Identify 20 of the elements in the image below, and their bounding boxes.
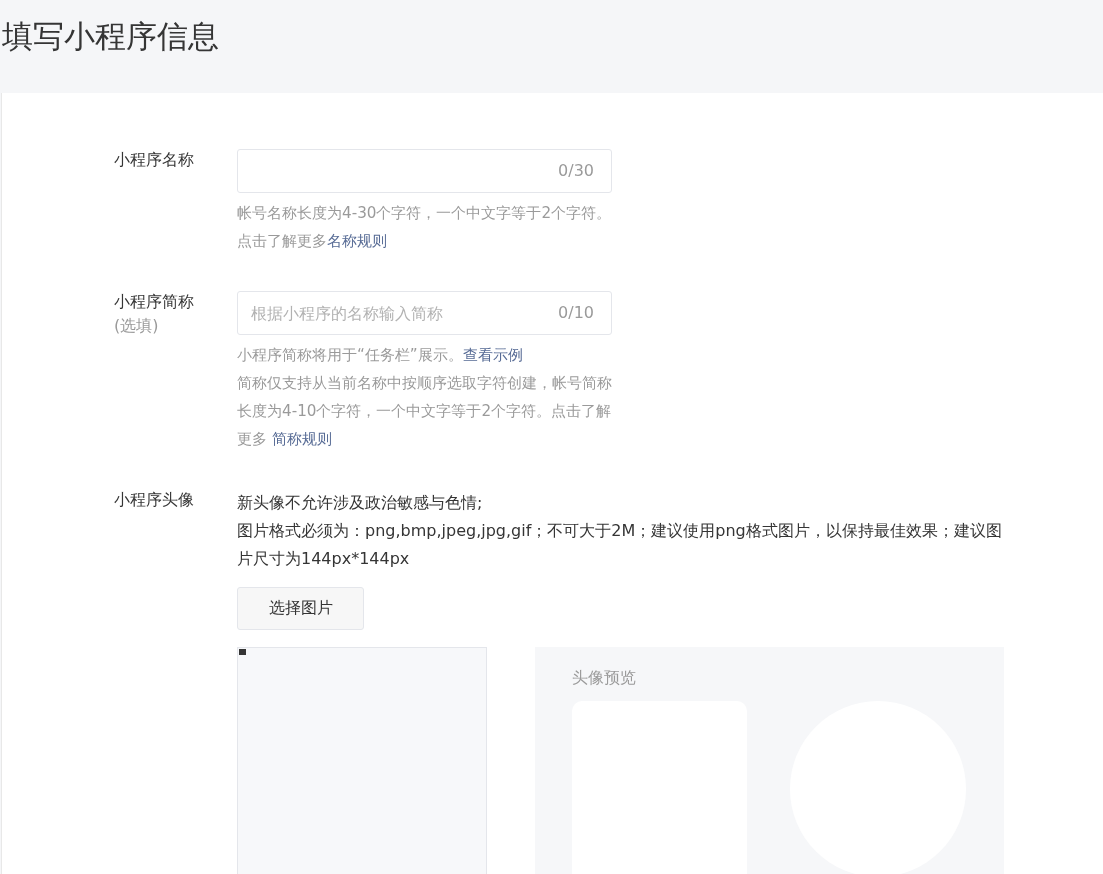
avatar-note: 图片格式必须为：png,bmp,jpeg,jpg,gif；不可大于2M；建议使用png格式图片，以保持最佳效果；建议图片尺寸为144px*144px: [237, 520, 1003, 570]
hint-text: 简称仅支持从当前名称中按顺序选取字符创建，帐号简称长度为4-10个字符，一个中文字等于2个字符。点击了解更多 简称规则: [237, 373, 612, 450]
crop-handle[interactable]: [239, 649, 246, 655]
rule-link[interactable]: 查看示例: [462, 346, 523, 364]
preview-title: 头像预览: [572, 668, 636, 687]
optional-label: (选填): [114, 315, 160, 337]
field-label: 小程序简称: [114, 291, 194, 311]
rule-link[interactable]: 名称规则: [327, 232, 387, 250]
choose-image-button[interactable]: 选择图片: [237, 587, 364, 630]
avatar-note: 新头像不允许涉及政治敏感与色情;: [237, 492, 484, 514]
page-title: 填写小程序信息: [1, 17, 220, 56]
char-counter: 0/10: [558, 303, 594, 323]
hint-text: 小程序简称将用于“任务栏”展示。查看示例: [237, 345, 524, 366]
field-label: 小程序名称: [114, 149, 194, 169]
char-counter: 0/30: [558, 161, 594, 181]
crop-area[interactable]: [237, 647, 487, 874]
rule-link[interactable]: 简称规则: [271, 430, 332, 448]
hint-text: 帐号名称长度为4-30个字符，一个中文字等于2个字符。点击了解更多名称规则: [237, 203, 612, 252]
input-field[interactable]: [237, 149, 612, 193]
field-label: 小程序头像: [114, 489, 194, 509]
